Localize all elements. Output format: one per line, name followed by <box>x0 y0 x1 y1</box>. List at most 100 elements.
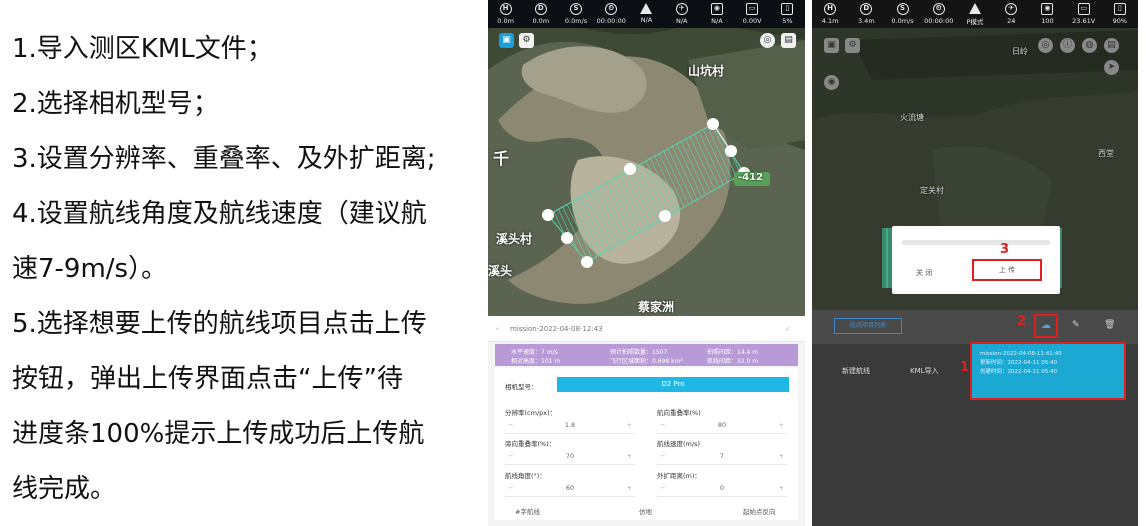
side-overlap-label: 旁向重叠率(%)： <box>505 440 556 448</box>
instruction-line: 4.设置航线角度及航线速度（建议航 <box>12 199 427 229</box>
route-project-selector[interactable]: 航线项目列表 <box>834 318 902 334</box>
map-type-icon[interactable]: ▤ <box>1104 38 1119 53</box>
mode-value: N/A <box>640 16 653 24</box>
voltage-indicator: ▭ 0.00V <box>737 0 767 25</box>
mission-card-updated: 更新时间：2022-04-11 05:40 <box>980 360 1058 366</box>
distance-value: 3.4m <box>857 17 875 25</box>
height-value: 4.1m <box>821 17 839 25</box>
info-icon[interactable]: ⓘ <box>1060 38 1075 53</box>
gear-icon[interactable]: ⚙ <box>519 33 534 48</box>
voltage-value: 0.00V <box>742 17 762 25</box>
option-cross-route[interactable]: #字航线 <box>515 506 540 516</box>
timer-indicator: ⏲ 00:00:00 <box>924 0 954 25</box>
upload-progress-bar <box>902 240 1050 245</box>
instruction-line: 线完成。 <box>12 474 117 504</box>
trash-icon[interactable]: 🗑 <box>1104 320 1115 330</box>
stat-area: 飞行区域面积：0.698 km² <box>610 358 683 365</box>
angle-stepper[interactable]: − 60 + <box>505 484 635 497</box>
distance-value: 0.0m <box>532 17 550 25</box>
option-terrain-follow[interactable]: 仿地 <box>639 506 652 516</box>
map-label: 日岭 <box>1012 47 1028 56</box>
map-type-icon[interactable]: ▤ <box>781 33 796 48</box>
camera-select[interactable]: D2 Pro <box>557 377 789 392</box>
speed-value: 0.0m/s <box>891 17 914 25</box>
angle-label: 航线角度(°)： <box>505 472 546 480</box>
timer-icon: ⏲ <box>605 3 618 15</box>
satellite-value: N/A <box>675 17 688 25</box>
mode-indicator: P模式 <box>960 0 990 26</box>
instruction-line: 进度条100%提示上传成功后上传航 <box>12 419 425 449</box>
satellite-indicator: ✈ N/A <box>667 0 697 25</box>
upload-button[interactable]: 上 传 <box>972 259 1042 281</box>
resolution-label: 分辨率(cm/px)： <box>505 409 557 417</box>
speed-value: 7 <box>719 452 725 460</box>
timer-indicator: ⏲ 00:00:00 <box>596 0 626 25</box>
signal-icon: ◉ <box>710 3 723 15</box>
battery-value: 90% <box>1112 17 1128 25</box>
map-label: 火流塘 <box>900 113 924 122</box>
mission-stats-panel: 水平速度：7 m/s 相对高度：101 m 预计拍照数量：1507 飞行区域面积… <box>495 344 798 366</box>
voltage-value: 23.61V <box>1072 17 1096 25</box>
distance-icon: D <box>534 3 547 15</box>
voltage-icon: ▭ <box>1077 3 1090 15</box>
kml-import-button[interactable]: KML导入 <box>910 366 939 376</box>
stat-horizontal-speed: 水平速度：7 m/s <box>511 349 558 356</box>
satellite-value: 24 <box>1007 17 1016 25</box>
speed-indicator: S 0.0m/s <box>561 0 591 25</box>
locate-icon[interactable]: ◉ <box>824 75 839 90</box>
height-indicator: H 0.0m <box>491 0 521 25</box>
confirm-icon[interactable]: ✓ <box>785 316 791 342</box>
battery-value: 5% <box>782 17 793 25</box>
battery-indicator: ▯ 90% <box>1105 0 1135 25</box>
satellite-icon: ✈ <box>1005 3 1018 15</box>
plus-button[interactable]: + <box>779 484 784 492</box>
edit-icon[interactable]: ✎ <box>1072 320 1080 330</box>
instruction-line: 速7-9m/s）。 <box>12 254 168 284</box>
map-imagery <box>488 0 805 316</box>
compass-icon[interactable]: ◎ <box>1038 38 1053 53</box>
locate-icon[interactable]: ◎ <box>760 33 775 48</box>
voltage-icon: ▭ <box>746 3 759 15</box>
speed-stepper[interactable]: − 7 + <box>657 452 787 465</box>
mission-card-created: 创建时间：2022-04-11 05:40 <box>980 369 1058 375</box>
plus-button[interactable]: + <box>779 452 784 460</box>
angle-value: 60 <box>565 484 575 492</box>
mode-icon <box>968 3 981 14</box>
plus-button[interactable]: + <box>627 484 632 492</box>
heading-overlap-value: 80 <box>717 421 727 429</box>
close-button[interactable]: 关 闭 <box>916 268 932 278</box>
back-icon[interactable]: ‹ <box>496 316 499 342</box>
plus-button[interactable]: + <box>627 421 632 429</box>
side-overlap-stepper[interactable]: − 70 + <box>505 452 635 465</box>
gear-icon[interactable]: ⚙ <box>845 38 860 53</box>
plus-button[interactable]: + <box>627 452 632 460</box>
layer-icon[interactable]: ▣ <box>499 33 514 48</box>
upload-icon[interactable]: ☁ <box>1034 314 1058 338</box>
map-label-place: 蔡家洲 <box>638 300 675 314</box>
option-reverse-start[interactable]: 起始点反向 <box>743 506 776 516</box>
instruction-line: 按钮，弹出上传界面点击“上传”待 <box>12 364 403 394</box>
send-icon[interactable]: ➤ <box>1104 60 1119 75</box>
step-marker-1: 1 <box>960 360 970 375</box>
instruction-line: 1.导入测区KML文件； <box>12 34 273 64</box>
layer-icon[interactable]: ▣ <box>824 38 839 53</box>
speed-icon: S <box>570 3 583 15</box>
signal-value: N/A <box>711 17 723 25</box>
resolution-stepper[interactable]: − 1.8 + <box>505 421 635 434</box>
expand-stepper[interactable]: − 0 + <box>657 484 787 497</box>
battery-indicator: ▯ 5% <box>772 0 802 25</box>
mission-card[interactable]: mission-2022-04-08-11:41:40 更新时间：2022-04… <box>970 342 1126 400</box>
heading-overlap-stepper[interactable]: − 80 + <box>657 421 787 434</box>
camera-icon[interactable]: ◍ <box>1082 38 1097 53</box>
satellite-map[interactable]: H 0.0m D 0.0m S 0.0m/s ⏲ 00:00:00 N/A ✈ N/A ◉… <box>488 0 805 316</box>
voltage-indicator: ▭ 23.61V <box>1069 0 1099 25</box>
plus-button[interactable]: + <box>779 421 784 429</box>
stat-route-interval: 航线间距：32.0 m <box>707 358 759 365</box>
instruction-line: 2.选择相机型号； <box>12 89 219 119</box>
distance-icon: D <box>860 3 873 15</box>
mission-name: mission-2022-04-08-12:43 <box>510 325 603 333</box>
mission-card-title: mission-2022-04-08-11:41:40 <box>980 351 1062 357</box>
signal-value: 100 <box>1041 17 1054 25</box>
height-indicator: H 4.1m <box>815 0 845 25</box>
new-route-button[interactable]: 新建航线 <box>842 366 870 376</box>
